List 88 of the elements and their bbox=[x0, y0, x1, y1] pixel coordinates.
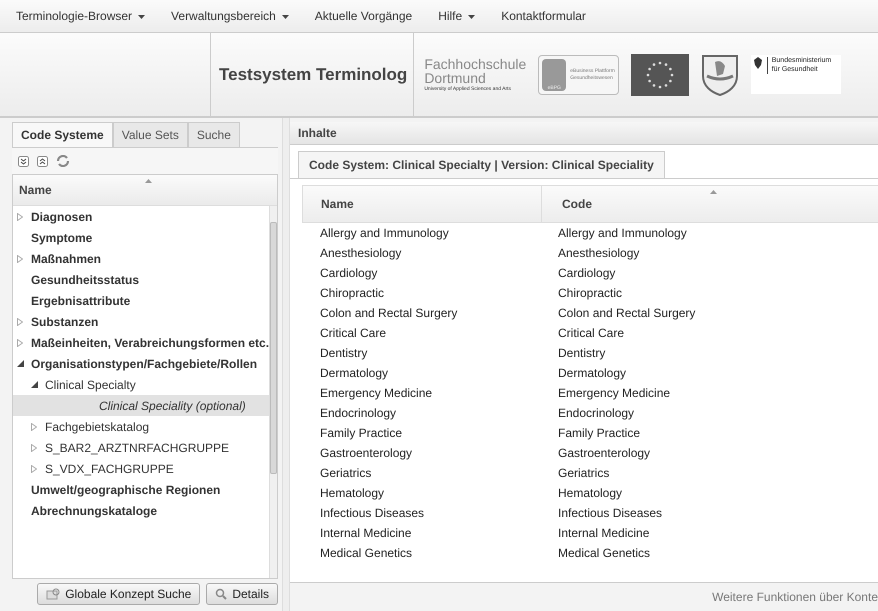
table-cell-text: Cardiology bbox=[319, 266, 378, 280]
footer-text: Weitere Funktionen über Konte bbox=[712, 590, 878, 604]
tab[interactable]: Value Sets bbox=[112, 122, 188, 147]
collapsed-triangle-icon[interactable] bbox=[17, 338, 23, 346]
table-cell-text: Endocrinology bbox=[557, 406, 636, 420]
table-cell-text: Hematology bbox=[319, 486, 386, 500]
collapse-all-icon[interactable] bbox=[37, 156, 48, 166]
table-cell-text: Endocrinology bbox=[319, 406, 398, 420]
star-circle-flag-icon bbox=[630, 54, 689, 96]
sort-arrow-icon bbox=[710, 190, 717, 194]
table-cell-text: Internal Medicine bbox=[557, 526, 650, 540]
table-cell-text: Allergy and Immunology bbox=[557, 226, 688, 240]
tree-item[interactable]: S_BAR2_ARZTNRFACHGRUPPE bbox=[13, 437, 270, 458]
table-cell-text: Gastroenterology bbox=[557, 446, 652, 460]
collapsed-triangle-icon[interactable] bbox=[17, 318, 23, 326]
table-cell-text: Geriatrics bbox=[319, 466, 372, 480]
table-cell-text: Geriatrics bbox=[557, 466, 610, 480]
caret-icon bbox=[282, 14, 289, 19]
tree-item[interactable]: Organisationstypen/Fachgebiete/Rollen bbox=[13, 353, 270, 374]
tree-item[interactable]: Maßnahmen bbox=[13, 248, 270, 269]
table-cell-text: Dermatology bbox=[319, 366, 390, 380]
collapsed-triangle-icon[interactable] bbox=[31, 464, 37, 472]
table-cell-text: Dermatology bbox=[557, 366, 628, 380]
table-cell-text: Internal Medicine bbox=[319, 526, 412, 540]
column-header[interactable]: Name bbox=[303, 186, 542, 222]
table-cell-text: Dentistry bbox=[557, 346, 606, 360]
refresh-icon[interactable] bbox=[56, 155, 70, 167]
tree-item[interactable]: Maßeinheiten, Verabreichungsformen etc. bbox=[13, 332, 270, 353]
menu-item[interactable]: Terminologie-Browser bbox=[16, 9, 146, 23]
collapsed-triangle-icon[interactable] bbox=[31, 444, 37, 452]
table-cell-text: Colon and Rectal Surgery bbox=[557, 306, 696, 320]
column-header[interactable]: Name bbox=[13, 175, 277, 206]
table-cell-text: Critical Care bbox=[319, 326, 388, 340]
table-cell-text: Hematology bbox=[557, 486, 624, 500]
table-cell-text: Cardiology bbox=[557, 266, 616, 280]
table-cell-text: Chiropractic bbox=[319, 286, 386, 300]
table-cell-text: Family Practice bbox=[319, 426, 404, 440]
table-cell-text: Infectious Diseases bbox=[557, 506, 664, 520]
table-cell-text: Dentistry bbox=[319, 346, 368, 360]
table-cell-text: Anesthesiology bbox=[557, 246, 640, 260]
table-cell-text: Colon and Rectal Surgery bbox=[319, 306, 458, 320]
table-cell-text: Medical Genetics bbox=[557, 546, 652, 560]
caret-icon bbox=[468, 14, 476, 19]
table-cell-text: Emergency Medicine bbox=[319, 386, 434, 400]
menu-item[interactable]: Hilfe bbox=[438, 9, 476, 23]
tree-item[interactable]: Clinical Speciality (optional) bbox=[13, 395, 270, 416]
sort-arrow-icon bbox=[145, 179, 152, 183]
scrollbar[interactable] bbox=[269, 206, 277, 578]
tree-item[interactable]: Symptome bbox=[13, 227, 270, 248]
table-cell-text: Critical Care bbox=[557, 326, 626, 340]
tree-item[interactable]: Fachgebietskatalog bbox=[13, 416, 270, 437]
tab[interactable]: Suche bbox=[188, 122, 240, 147]
tree-item[interactable]: Ergebnisattribute bbox=[13, 290, 270, 311]
menu-item[interactable]: Kontaktformular bbox=[501, 9, 586, 23]
caret-icon bbox=[138, 14, 146, 19]
collapsed-triangle-icon[interactable] bbox=[17, 254, 23, 262]
splitter[interactable] bbox=[282, 118, 290, 611]
table-cell-text: Family Practice bbox=[557, 426, 642, 440]
search-icon bbox=[215, 588, 228, 600]
expand-all-icon[interactable] bbox=[18, 156, 29, 166]
details-button[interactable]: Details bbox=[206, 583, 278, 605]
tab[interactable]: Code System: Clinical Specialty | Version: Clinical Speciality bbox=[298, 151, 665, 178]
column-header[interactable]: Code bbox=[542, 186, 878, 222]
expanded-triangle-icon[interactable] bbox=[17, 360, 24, 367]
app-title: Testsystem Terminolog bbox=[211, 33, 414, 116]
global-search-button[interactable]: Globale Konzept Suche bbox=[37, 583, 200, 605]
table-cell-text: Chiropractic bbox=[557, 286, 624, 300]
collapsed-triangle-icon[interactable] bbox=[17, 212, 23, 220]
table-cell-text: Allergy and Immunology bbox=[319, 226, 450, 240]
tree-item[interactable]: Gesundheitsstatus bbox=[13, 269, 270, 290]
menu-item[interactable]: Aktuelle Vorgänge bbox=[314, 9, 412, 23]
expanded-triangle-icon[interactable] bbox=[31, 381, 38, 388]
table-cell-text: Gastroenterology bbox=[319, 446, 414, 460]
tree-item[interactable]: Umwelt/geographische Regionen bbox=[13, 479, 270, 500]
tree-item[interactable]: Abrechnungskataloge bbox=[13, 500, 270, 521]
tree-item[interactable]: Substanzen bbox=[13, 311, 270, 332]
table-cell-text: Medical Genetics bbox=[319, 546, 414, 560]
tree-item[interactable]: Clinical Specialty bbox=[13, 374, 270, 395]
table-cell-text: Emergency Medicine bbox=[557, 386, 672, 400]
tree-item[interactable]: Diagnosen bbox=[13, 206, 270, 227]
menu-item[interactable]: Verwaltungsbereich bbox=[171, 9, 289, 23]
tree-item[interactable]: S_VDX_FACHGRUPPE bbox=[13, 458, 270, 479]
table-cell-text: Anesthesiology bbox=[319, 246, 402, 260]
document-search-icon bbox=[46, 588, 60, 600]
collapsed-triangle-icon[interactable] bbox=[31, 422, 37, 430]
tab[interactable]: Code Systeme bbox=[12, 122, 113, 147]
table-cell-text: Infectious Diseases bbox=[319, 506, 426, 520]
coat-of-arms-icon bbox=[700, 54, 739, 96]
